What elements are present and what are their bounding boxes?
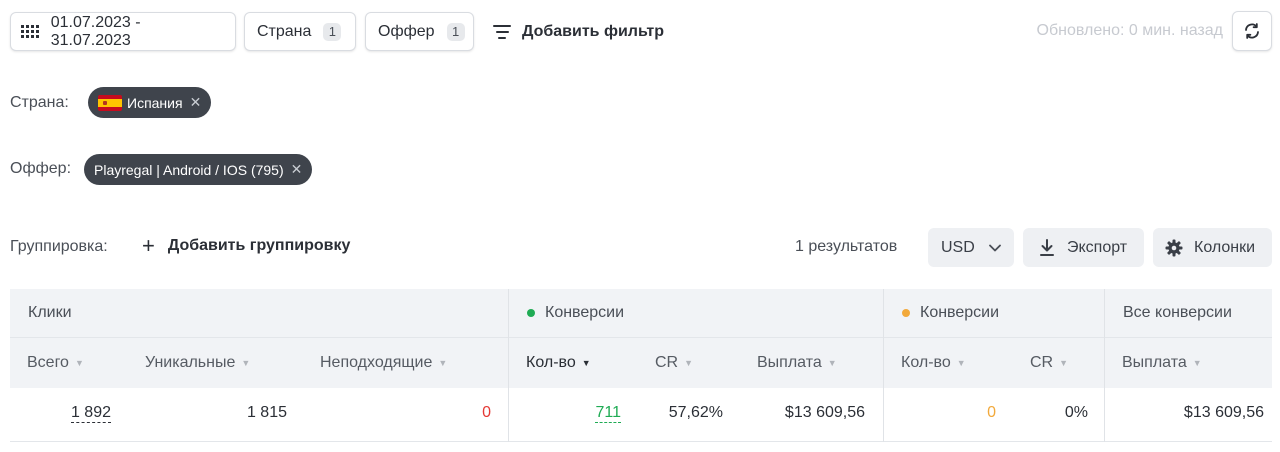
offer-filter-heading: Оффер:: [10, 160, 72, 177]
currency-select[interactable]: USD: [928, 228, 1014, 267]
column-header-total[interactable]: Всего ▼: [27, 354, 84, 372]
offer-filter-label: Оффер: [378, 22, 435, 40]
cell-orange-cr: 0%: [1064, 404, 1088, 421]
group-header-label: Все конверсии: [1123, 304, 1232, 321]
download-icon: [1040, 238, 1054, 256]
group-header-clicks: Клики: [10, 289, 508, 337]
calendar-grid-icon: [21, 24, 41, 39]
column-header-label: Уникальные: [145, 354, 236, 371]
columns-button[interactable]: Колонки: [1153, 228, 1272, 267]
offer-chip-label: Playregal | Android / IOS (795): [94, 161, 284, 178]
gear-icon: [1165, 239, 1183, 256]
column-header-orange-cr[interactable]: CR ▼: [1030, 354, 1068, 372]
column-header-label: Кол-во: [526, 354, 576, 371]
column-header-label: CR: [655, 354, 679, 371]
chevron-down-icon: [988, 241, 1001, 255]
columns-label: Колонки: [1194, 238, 1256, 256]
country-filter-heading: Страна:: [10, 94, 69, 111]
group-header-conversions-green: Конверсии: [509, 289, 883, 337]
column-header-all-payout[interactable]: Выплата ▼: [1122, 354, 1202, 372]
column-header-green-count[interactable]: Кол-во ▼: [526, 354, 591, 372]
results-count: 1 результатов: [795, 238, 898, 255]
column-header-unsuitable[interactable]: Неподходящие ▼: [320, 354, 447, 372]
grouping-label: Группировка:: [10, 238, 108, 255]
cell-green-payout: $13 609,56: [784, 404, 865, 421]
cell-unsuitable: 0: [482, 404, 491, 421]
country-chip[interactable]: Испания ✕: [88, 87, 212, 118]
add-filter-label: Добавить фильтр: [522, 22, 664, 40]
country-filter-label: Страна: [257, 22, 312, 40]
column-header-label: Выплата: [757, 354, 822, 371]
sort-arrow-icon: ▼: [1059, 358, 1069, 368]
country-chip-label: Испания: [127, 94, 183, 111]
spain-flag-icon: [98, 94, 122, 111]
filter-lines-icon: [492, 24, 512, 39]
updated-status: Обновлено: 0 мин. назад: [1036, 22, 1223, 39]
cell-orange-count: 0: [987, 404, 996, 421]
column-header-green-payout[interactable]: Выплата ▼: [757, 354, 837, 372]
remove-offer-icon[interactable]: ✕: [291, 161, 303, 178]
currency-value: USD: [941, 238, 975, 256]
country-filter-button[interactable]: Страна 1: [244, 12, 356, 51]
sort-arrow-icon: ▼: [438, 358, 448, 368]
column-header-row: Всего ▼ Уникальные ▼ Неподходящие ▼ Кол-во ▼…: [10, 337, 1272, 388]
group-header-label: Конверсии: [920, 304, 1000, 321]
column-header-unique[interactable]: Уникальные ▼: [145, 354, 250, 372]
sort-arrow-active-icon: ▼: [581, 358, 591, 368]
group-header-conversions-orange: Конверсии: [884, 289, 1104, 337]
export-button[interactable]: Экспорт: [1023, 228, 1144, 267]
sort-arrow-icon: ▼: [956, 358, 966, 368]
group-header-label: Клики: [28, 304, 72, 321]
sort-arrow-icon: ▼: [74, 358, 84, 368]
date-range-label: 01.07.2023 - 31.07.2023: [50, 13, 141, 49]
remove-country-icon[interactable]: ✕: [190, 94, 202, 111]
column-header-orange-count[interactable]: Кол-во ▼: [901, 354, 966, 372]
column-header-label: CR: [1030, 354, 1054, 371]
country-filter-count: 1: [323, 22, 342, 41]
column-divider: [508, 289, 509, 442]
column-header-label: Неподходящие: [320, 354, 433, 371]
export-label: Экспорт: [1067, 238, 1128, 256]
sort-arrow-icon: ▼: [827, 358, 837, 368]
group-header-label: Конверсии: [545, 304, 625, 321]
sort-arrow-icon: ▼: [684, 358, 694, 368]
refresh-icon: [1245, 23, 1259, 39]
cell-unique: 1 815: [246, 404, 287, 421]
orange-status-dot-icon: [902, 309, 910, 317]
add-filter-button[interactable]: Добавить фильтр: [492, 12, 664, 51]
column-header-label: Кол-во: [901, 354, 951, 371]
add-grouping-button[interactable]: + Добавить группировку: [142, 233, 351, 258]
sort-arrow-icon: ▼: [1192, 358, 1202, 368]
refresh-button[interactable]: [1232, 11, 1272, 51]
column-header-label: Выплата: [1122, 354, 1187, 371]
cell-green-cr: 57,62%: [668, 404, 723, 421]
column-divider: [883, 289, 884, 442]
add-grouping-label: Добавить группировку: [167, 237, 351, 254]
column-header-green-cr[interactable]: CR ▼: [655, 354, 693, 372]
cell-all-payout: $13 609,56: [1183, 404, 1264, 421]
green-status-dot-icon: [527, 309, 535, 317]
offer-chip[interactable]: Playregal | Android / IOS (795) ✕: [84, 154, 313, 185]
cell-green-count[interactable]: 711: [595, 404, 621, 423]
column-divider: [1104, 289, 1105, 442]
offer-filter-count: 1: [446, 22, 465, 41]
plus-icon: +: [142, 233, 155, 258]
date-range-button[interactable]: 01.07.2023 - 31.07.2023: [10, 12, 236, 51]
group-header-all-conversions: Все конверсии: [1105, 289, 1272, 337]
column-header-label: Всего: [27, 354, 69, 371]
cell-total[interactable]: 1 892: [70, 404, 111, 423]
sort-arrow-icon: ▼: [241, 358, 251, 368]
offer-filter-button[interactable]: Оффер 1: [365, 12, 474, 51]
table-row: 1 892 1 815 0 711 57,62% $13 609,56 0 0%…: [10, 388, 1272, 442]
